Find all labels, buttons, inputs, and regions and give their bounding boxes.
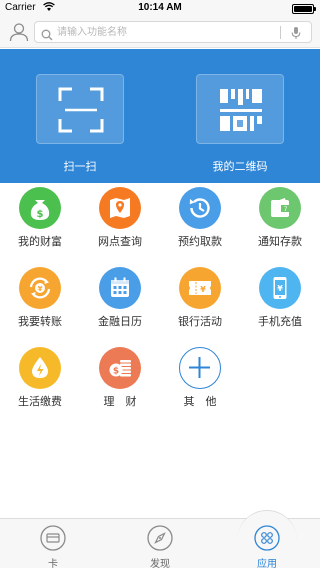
grid-item-appointment-withdrawal[interactable]: 预约取款 bbox=[160, 183, 240, 261]
tab-label: 卡 bbox=[48, 559, 58, 568]
grid-item-transfer[interactable]: ¥ 我要转账 bbox=[0, 263, 80, 341]
search-icon bbox=[41, 26, 53, 45]
scan-label: 扫一扫 bbox=[63, 160, 97, 173]
avatar-icon[interactable] bbox=[8, 21, 30, 43]
tab-apps[interactable]: 应用 bbox=[214, 510, 320, 568]
card-icon bbox=[40, 525, 66, 555]
money-bag-icon: $ bbox=[19, 187, 61, 229]
tab-label: 发现 bbox=[150, 559, 170, 568]
ticket-icon: ¥ bbox=[179, 267, 221, 309]
grid-item-utility-payment[interactable]: 生活缴费 bbox=[0, 343, 80, 421]
grid-item-branch-search[interactable]: 网点查询 bbox=[80, 183, 160, 261]
quick-actions-banner: 扫一扫 我的二维码 bbox=[0, 49, 320, 183]
scan-icon bbox=[58, 87, 104, 133]
svg-text:¥: ¥ bbox=[38, 285, 43, 293]
svg-text:7: 7 bbox=[284, 206, 288, 213]
search-divider bbox=[280, 26, 281, 39]
grid-item-label: 银行活动 bbox=[178, 315, 222, 328]
grid-item-notice-deposit[interactable]: 7 通知存款 bbox=[240, 183, 320, 261]
bottom-tab-bar: 卡 发现 应用 bbox=[0, 510, 320, 568]
tab-discover[interactable]: 发现 bbox=[107, 519, 213, 568]
plus-icon bbox=[179, 347, 221, 389]
water-drop-icon bbox=[19, 347, 61, 389]
tab-card[interactable]: 卡 bbox=[0, 519, 106, 568]
grid-item-wealth-management[interactable]: $ 理 财 bbox=[80, 343, 160, 421]
compass-icon bbox=[147, 525, 173, 555]
status-bar: Carrier 10:14 AM bbox=[0, 0, 320, 18]
tab-label: 应用 bbox=[257, 559, 277, 568]
search-input[interactable] bbox=[57, 23, 277, 41]
grid-item-label: 其 他 bbox=[183, 395, 217, 408]
phone-icon: ¥ bbox=[259, 267, 301, 309]
qr-code-icon bbox=[220, 89, 262, 131]
function-grid: $ 我的财富 网点查询 预约取款 7 通知存款 ¥ 我要转账 金融日历 ¥ 银行… bbox=[0, 183, 320, 518]
clock-icon bbox=[179, 187, 221, 229]
search-box bbox=[34, 21, 312, 43]
grid-item-finance-calendar[interactable]: 金融日历 bbox=[80, 263, 160, 341]
grid-item-label: 手机充值 bbox=[258, 315, 302, 328]
battery-icon bbox=[292, 4, 316, 14]
coins-icon: $ bbox=[99, 347, 141, 389]
svg-text:¥: ¥ bbox=[200, 285, 206, 294]
grid-item-label: 预约取款 bbox=[178, 235, 222, 248]
status-time: 10:14 AM bbox=[138, 2, 182, 13]
grid-item-label: 我要转账 bbox=[18, 315, 62, 328]
svg-text:$: $ bbox=[113, 367, 119, 377]
grid-item-mobile-topup[interactable]: ¥ 手机充值 bbox=[240, 263, 320, 341]
wallet-icon: 7 bbox=[259, 187, 301, 229]
apps-icon bbox=[254, 525, 280, 555]
svg-text:$: $ bbox=[37, 209, 44, 220]
grid-item-other[interactable]: 其 他 bbox=[160, 343, 240, 421]
grid-item-label: 生活缴费 bbox=[18, 395, 62, 408]
top-header bbox=[0, 18, 320, 48]
grid-item-label: 理 财 bbox=[103, 395, 137, 408]
grid-item-label: 金融日历 bbox=[98, 315, 142, 328]
calendar-icon bbox=[99, 267, 141, 309]
svg-text:¥: ¥ bbox=[277, 284, 283, 293]
grid-item-label: 通知存款 bbox=[258, 235, 302, 248]
scan-button[interactable] bbox=[36, 74, 124, 144]
my-qr-code-label: 我的二维码 bbox=[212, 160, 268, 173]
grid-item-bank-activities[interactable]: ¥ 银行活动 bbox=[160, 263, 240, 341]
grid-item-label: 我的财富 bbox=[18, 235, 62, 248]
microphone-icon[interactable] bbox=[291, 25, 301, 44]
grid-item-my-wealth[interactable]: $ 我的财富 bbox=[0, 183, 80, 261]
map-pin-icon bbox=[99, 187, 141, 229]
my-qr-code-button[interactable] bbox=[196, 74, 284, 144]
grid-item-label: 网点查询 bbox=[98, 235, 142, 248]
transfer-icon: ¥ bbox=[19, 267, 61, 309]
